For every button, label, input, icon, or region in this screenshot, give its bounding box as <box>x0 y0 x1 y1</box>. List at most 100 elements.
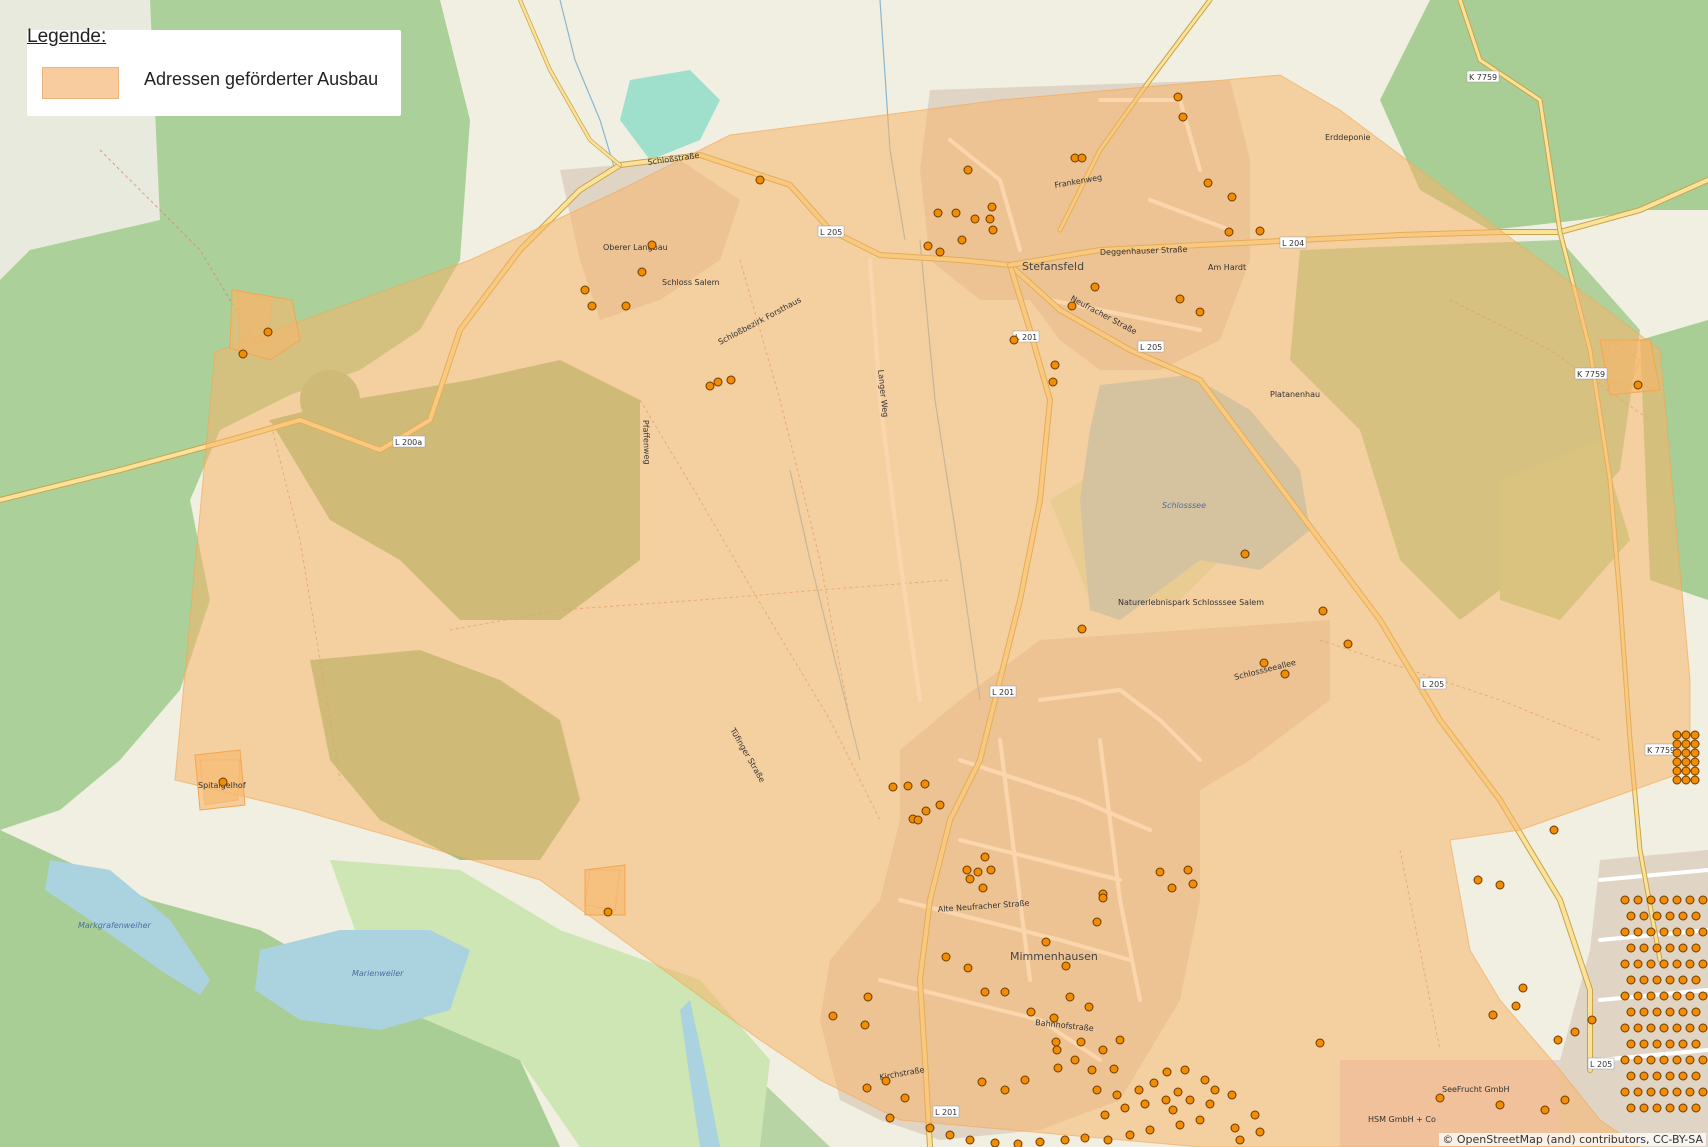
address-point[interactable] <box>1652 1039 1662 1049</box>
address-point[interactable] <box>1000 987 1010 997</box>
address-point[interactable] <box>941 952 951 962</box>
address-point[interactable] <box>1626 1071 1636 1081</box>
address-point[interactable] <box>1183 865 1193 875</box>
address-point[interactable] <box>1188 879 1198 889</box>
address-point[interactable] <box>1633 380 1643 390</box>
address-point[interactable] <box>1672 1087 1682 1097</box>
address-point[interactable] <box>1652 1071 1662 1081</box>
address-point[interactable] <box>1691 1039 1701 1049</box>
address-point[interactable] <box>1145 1125 1155 1135</box>
address-point[interactable] <box>1633 927 1643 937</box>
address-point[interactable] <box>1690 748 1700 758</box>
address-point[interactable] <box>1691 1103 1701 1113</box>
address-point[interactable] <box>1570 1027 1580 1037</box>
address-point[interactable] <box>1672 730 1682 740</box>
address-point[interactable] <box>1652 911 1662 921</box>
address-point[interactable] <box>1639 975 1649 985</box>
address-point[interactable] <box>1626 943 1636 953</box>
address-point[interactable] <box>986 865 996 875</box>
address-point[interactable] <box>923 241 933 251</box>
address-point[interactable] <box>860 1020 870 1030</box>
address-point[interactable] <box>863 992 873 1002</box>
address-point[interactable] <box>1175 1120 1185 1130</box>
address-point[interactable] <box>1691 975 1701 985</box>
address-point[interactable] <box>1690 730 1700 740</box>
address-point[interactable] <box>828 1011 838 1021</box>
address-point[interactable] <box>1690 757 1700 767</box>
address-point[interactable] <box>985 214 995 224</box>
address-point[interactable] <box>1678 1039 1688 1049</box>
address-point[interactable] <box>962 865 972 875</box>
address-point[interactable] <box>920 779 930 789</box>
address-point[interactable] <box>1681 739 1691 749</box>
address-point[interactable] <box>1195 307 1205 317</box>
address-point[interactable] <box>621 301 631 311</box>
address-point[interactable] <box>1652 1103 1662 1113</box>
address-point[interactable] <box>1125 1130 1135 1140</box>
address-point[interactable] <box>1665 911 1675 921</box>
address-point[interactable] <box>1035 1137 1045 1147</box>
address-point[interactable] <box>987 202 997 212</box>
address-point[interactable] <box>1646 895 1656 905</box>
address-point[interactable] <box>1681 766 1691 776</box>
address-point[interactable] <box>1092 917 1102 927</box>
address-point[interactable] <box>1698 959 1708 969</box>
address-point[interactable] <box>1690 739 1700 749</box>
address-point[interactable] <box>1691 943 1701 953</box>
address-point[interactable] <box>1646 1055 1656 1065</box>
address-point[interactable] <box>1672 739 1682 749</box>
address-point[interactable] <box>1659 1023 1669 1033</box>
address-point[interactable] <box>1652 975 1662 985</box>
address-point[interactable] <box>1473 875 1483 885</box>
address-point[interactable] <box>1685 895 1695 905</box>
address-point[interactable] <box>1698 1087 1708 1097</box>
address-point[interactable] <box>1698 927 1708 937</box>
address-point[interactable] <box>1560 1095 1570 1105</box>
address-point[interactable] <box>1681 748 1691 758</box>
address-point[interactable] <box>1691 911 1701 921</box>
address-point[interactable] <box>1162 1067 1172 1077</box>
address-point[interactable] <box>881 1076 891 1086</box>
address-point[interactable] <box>1112 1090 1122 1100</box>
address-point[interactable] <box>1098 893 1108 903</box>
address-point[interactable] <box>218 777 228 787</box>
address-point[interactable] <box>1049 1013 1059 1023</box>
address-point[interactable] <box>1488 1010 1498 1020</box>
address-point[interactable] <box>1200 1075 1210 1085</box>
address-point[interactable] <box>1060 1135 1070 1145</box>
address-point[interactable] <box>1553 1035 1563 1045</box>
address-point[interactable] <box>963 165 973 175</box>
address-point[interactable] <box>713 377 723 387</box>
address-point[interactable] <box>1061 961 1071 971</box>
address-point[interactable] <box>1098 1045 1108 1055</box>
address-point[interactable] <box>1020 1075 1030 1085</box>
address-point[interactable] <box>1540 1105 1550 1115</box>
address-point[interactable] <box>1685 1055 1695 1065</box>
address-point[interactable] <box>1672 1023 1682 1033</box>
address-point[interactable] <box>1678 1071 1688 1081</box>
address-point[interactable] <box>1173 92 1183 102</box>
address-point[interactable] <box>1633 895 1643 905</box>
address-point[interactable] <box>925 1123 935 1133</box>
address-point[interactable] <box>1646 927 1656 937</box>
address-point[interactable] <box>1168 1105 1178 1115</box>
address-point[interactable] <box>1053 1063 1063 1073</box>
address-point[interactable] <box>1626 911 1636 921</box>
address-point[interactable] <box>1672 766 1682 776</box>
address-point[interactable] <box>1620 1055 1630 1065</box>
address-point[interactable] <box>1665 1039 1675 1049</box>
address-point[interactable] <box>1511 1001 1521 1011</box>
address-point[interactable] <box>1626 1103 1636 1113</box>
address-point[interactable] <box>970 214 980 224</box>
address-point[interactable] <box>1495 880 1505 890</box>
address-point[interactable] <box>1672 775 1682 785</box>
address-point[interactable] <box>1009 335 1019 345</box>
address-point[interactable] <box>1685 1023 1695 1033</box>
address-point[interactable] <box>933 208 943 218</box>
address-point[interactable] <box>1077 624 1087 634</box>
address-point[interactable] <box>1690 775 1700 785</box>
address-point[interactable] <box>1255 226 1265 236</box>
address-point[interactable] <box>1000 1085 1010 1095</box>
address-point[interactable] <box>1495 1100 1505 1110</box>
address-point[interactable] <box>1620 959 1630 969</box>
